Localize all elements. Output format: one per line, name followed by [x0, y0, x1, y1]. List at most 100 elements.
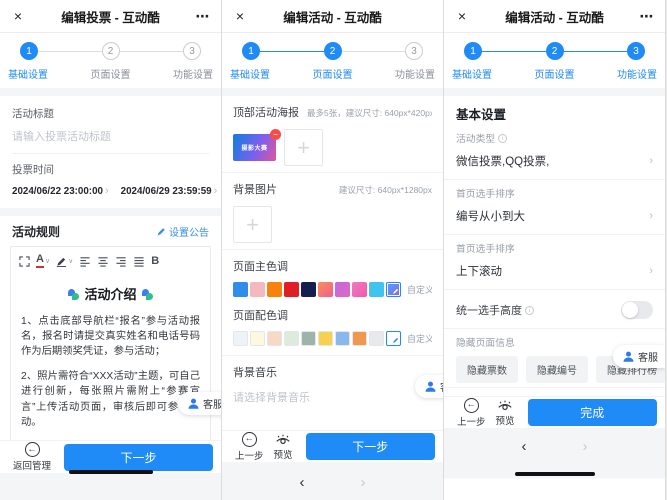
align-left-icon[interactable] [79, 256, 91, 267]
back-to-manage-button[interactable]: ← 返回管理 [13, 442, 51, 472]
step-3-circle[interactable]: 3 [405, 42, 423, 60]
color-swatch[interactable] [335, 331, 350, 346]
custom-color-label[interactable]: 自定义 [407, 283, 432, 296]
bottom-action-bar: ← 上一步 预览 下一步 [222, 430, 443, 462]
bold-button[interactable]: B [151, 255, 159, 267]
end-time-picker[interactable]: 2024/06/29 23:59:59 › [121, 185, 218, 197]
end-time-value: 2024/06/29 23:59:59 [121, 186, 212, 197]
player-sort-row[interactable]: 编号从小到大 › [456, 202, 653, 232]
remove-image-badge[interactable]: − [270, 129, 281, 140]
color-swatch[interactable] [250, 282, 265, 297]
color-swatch[interactable] [284, 282, 299, 297]
customer-service-button[interactable]: 客服 [613, 345, 665, 368]
color-swatch[interactable] [301, 282, 316, 297]
background-music-picker[interactable]: 请选择背景音乐 [233, 389, 432, 413]
more-menu-icon[interactable]: ⋯ [195, 8, 211, 25]
colors-section: 页面主色调 自定义 页面配色调 自定义 [222, 250, 443, 355]
plus-icon: + [297, 137, 310, 159]
chevron-right-icon: › [649, 210, 653, 222]
color-swatch[interactable] [250, 331, 265, 346]
custom-scheme-color-swatch[interactable] [386, 331, 401, 346]
customer-service-button[interactable]: 客服 [415, 375, 444, 398]
titlebar: × 编辑活动 - 互动酷 [222, 0, 443, 33]
hide-number-button[interactable]: 隐藏编号 [526, 356, 588, 383]
color-swatch[interactable] [369, 282, 384, 297]
color-swatch[interactable] [369, 331, 384, 346]
align-right-icon[interactable] [115, 256, 127, 267]
step-2-label: 页面设置 [313, 66, 353, 81]
color-swatch[interactable] [284, 331, 299, 346]
next-step-button[interactable]: 下一步 [306, 433, 435, 460]
info-icon[interactable]: i [525, 306, 534, 315]
browser-back-icon[interactable]: ‹ [522, 438, 527, 455]
color-swatch[interactable] [301, 331, 316, 346]
font-color-button[interactable]: A ∨ [36, 254, 50, 268]
step-1-circle[interactable]: 1 [464, 42, 482, 60]
info-icon[interactable]: i [498, 134, 507, 143]
add-background-button[interactable]: + [233, 206, 272, 243]
color-swatch[interactable] [233, 282, 248, 297]
more-menu-icon[interactable]: ⋯ [639, 8, 655, 25]
close-icon[interactable]: × [232, 8, 248, 24]
prev-step-button[interactable]: ← 上一步 [457, 398, 486, 428]
close-icon[interactable]: × [454, 8, 470, 24]
color-swatch[interactable] [318, 282, 333, 297]
next-step-button[interactable]: 下一步 [64, 444, 213, 471]
color-swatch[interactable] [267, 331, 282, 346]
eye-icon [275, 433, 291, 446]
hide-votes-button[interactable]: 隐藏票数 [456, 356, 518, 383]
color-swatch[interactable] [267, 282, 282, 297]
poster-thumbnail-text: 摄影大赛 [241, 143, 267, 152]
set-announcement-link[interactable]: 设置公告 [156, 224, 209, 239]
step-2-circle[interactable]: 2 [546, 42, 564, 60]
step-1-label: 基础设置 [452, 66, 492, 81]
browser-forward-icon[interactable]: › [361, 474, 366, 491]
add-poster-button[interactable]: + [284, 129, 323, 166]
chevron-right-icon: › [214, 185, 218, 197]
start-time-picker[interactable]: 2024/06/22 23:00:00 › [12, 185, 109, 197]
background-music-label: 背景音乐 [233, 364, 432, 380]
color-swatch[interactable] [233, 331, 248, 346]
color-swatch[interactable] [352, 282, 367, 297]
browser-forward-icon[interactable]: › [583, 438, 588, 455]
step-1-circle[interactable]: 1 [20, 42, 38, 60]
uniform-height-row: 统一选手高度 i [456, 294, 653, 326]
close-icon[interactable]: × [10, 8, 26, 24]
prev-step-button[interactable]: ← 上一步 [235, 432, 264, 462]
section-gap [444, 88, 665, 96]
droplet-icon [142, 289, 153, 300]
activity-type-row[interactable]: 微信投票,QQ投票, › [456, 147, 653, 177]
color-swatch[interactable] [318, 331, 333, 346]
back-arrow-icon: ← [25, 442, 40, 457]
fullscreen-icon[interactable] [19, 256, 30, 267]
browser-back-icon[interactable]: ‹ [300, 474, 305, 491]
step-2-circle[interactable]: 2 [324, 42, 342, 60]
done-button[interactable]: 完成 [528, 399, 657, 426]
color-swatch[interactable] [335, 282, 350, 297]
poster-thumbnail[interactable]: 摄影大赛 − [233, 134, 276, 161]
preview-button[interactable]: 预览 [496, 399, 515, 427]
step-3-circle[interactable]: 3 [183, 42, 201, 60]
plus-icon: + [246, 214, 259, 236]
divider [444, 387, 665, 388]
step-3-circle[interactable]: 3 [627, 42, 645, 60]
uniform-height-toggle[interactable] [621, 301, 653, 319]
align-center-icon[interactable] [97, 256, 109, 267]
step-2-circle[interactable]: 2 [102, 42, 120, 60]
page-title: 编辑活动 - 互动酷 [505, 7, 604, 26]
align-justify-icon[interactable] [133, 256, 145, 267]
customer-service-button[interactable]: 客服 [178, 392, 222, 415]
step-1-circle[interactable]: 1 [242, 42, 260, 60]
main-color-swatches: 自定义 [233, 282, 432, 297]
activity-title-input[interactable]: 请输入投票活动标题 [12, 128, 209, 154]
color-swatch[interactable] [352, 331, 367, 346]
uniform-height-label: 统一选手高度 [456, 302, 522, 318]
highlight-button[interactable]: ∨ [56, 256, 73, 267]
poster-section: 顶部活动海报 最多5张，建议尺寸: 640px*420px 摄影大赛 − + [222, 96, 443, 172]
player-scroll-row[interactable]: 上下滚动 › [456, 257, 653, 287]
player-sort-label: 首页选手排序 [456, 186, 653, 200]
custom-main-color-swatch[interactable] [386, 282, 401, 297]
custom-color-label[interactable]: 自定义 [407, 332, 432, 345]
preview-button[interactable]: 预览 [274, 433, 293, 461]
chevron-right-icon: › [105, 185, 109, 197]
